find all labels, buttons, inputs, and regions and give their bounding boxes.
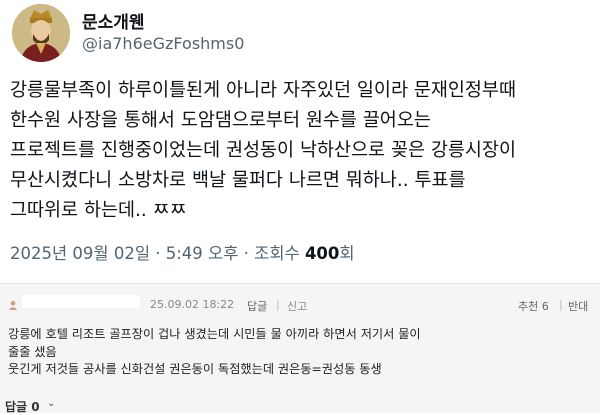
comment-text: 강릉에 호텔 리조트 골프장이 겁나 생겼는데 시민들 물 아끼라 하면서 저기… (8, 326, 593, 379)
tweet-text: 강릉물부족이 하루이틀된게 아니라 자주있던 일이라 문재인정부때 한수원 사장… (10, 76, 595, 226)
chevron-down-icon[interactable]: ⌄ (47, 398, 55, 409)
comment-text-line: 웃긴게 저것들 공사를 신화건설 권은동이 독점했는데 권은동=권성동 동생 (8, 362, 382, 376)
tweet-text-line: 강릉물부족이 하루이틀된게 아니라 자주있던 일이라 문재인정부때 (10, 80, 516, 101)
tweet-text-line: 한수원 사장을 통해서 도암댐으로부터 원수를 끌어오는 (10, 110, 431, 131)
report-button[interactable]: 신고 (287, 298, 307, 314)
separator: | (276, 298, 280, 311)
separator: | (559, 298, 563, 311)
oppose-button[interactable]: 반대 (568, 298, 588, 314)
user-handle[interactable]: @ia7h6eGzFoshms0 (82, 34, 244, 53)
avatar-portrait-icon (12, 4, 70, 62)
tweet-text-line: 무산시켰다니 소방차로 백날 물퍼다 나르면 뭐하나.. 투표를 (10, 170, 466, 191)
recommend-button[interactable]: 추천 6 (518, 298, 549, 314)
redacted-author-name (22, 295, 140, 308)
comment-text-line: 줄줄 샜음 (8, 344, 57, 359)
comment-text-line: 강릉에 호텔 리조트 골프장이 겁나 생겼는데 시민들 물 아끼라 하면서 저기… (8, 327, 421, 341)
user-icon (8, 295, 18, 310)
avatar[interactable] (12, 4, 70, 62)
display-name[interactable]: 문소개웬 (82, 8, 145, 33)
tweet-meta: 2025년 09월 02일 · 5:49 오후 · 조회수 400회 (10, 240, 355, 264)
comment-date: 25.09.02 18:22 (150, 298, 235, 311)
comment: 25.09.02 18:22 답글 | 신고 추천 6 | 반대 강릉에 호텔 … (0, 284, 600, 415)
views-count: 400 (304, 244, 340, 263)
tweet-text-line: 프로젝트를 진행중이었는데 권성동이 낙하산으로 꽂은 강릉시장이 (10, 140, 516, 161)
tweet-card: 문소개웬 @ia7h6eGzFoshms0 강릉물부족이 하루이틀된게 아니라 … (0, 0, 600, 283)
tweet-text-line: 그따위로 하는데.. ㅉㅉ (10, 200, 187, 221)
views-unit: 회 (339, 244, 355, 263)
tweet-timestamp[interactable]: 2025년 09월 02일 · 5:49 오후 · 조회수 (10, 244, 300, 263)
reply-count-toggle[interactable]: 답글 0 (5, 398, 40, 415)
reply-button[interactable]: 답글 (247, 298, 267, 314)
